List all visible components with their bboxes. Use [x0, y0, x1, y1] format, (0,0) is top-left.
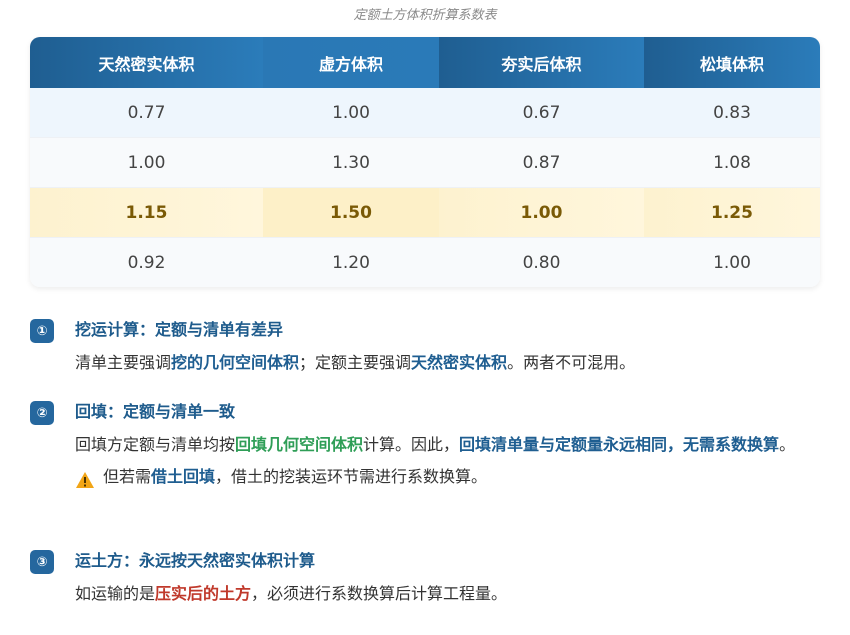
- note-body-text: 回填方定额与清单均按回填几何空间体积计算。因此，回填清单量与定额量永远相同，无需…: [75, 429, 825, 461]
- body-text: 回填方定额与清单均按: [75, 435, 236, 454]
- warning-text: 但若需借土回填，借土的挖装运环节需进行系数换算。: [103, 461, 487, 493]
- table-cell: 0.80: [439, 237, 644, 287]
- note-title: 挖运计算：定额与清单有差异: [75, 320, 284, 339]
- table-caption: 定额土方体积折算系数表: [353, 8, 497, 23]
- body-text: 清单主要强调: [75, 353, 172, 372]
- table-cell: 1.50: [263, 187, 439, 238]
- table-cell: 1.15: [30, 187, 263, 238]
- emphasis-text: 回填几何空间体积: [235, 435, 364, 454]
- table-cell: 0.83: [644, 88, 820, 138]
- note-body: 回填方定额与清单均按回填几何空间体积计算。因此，回填清单量与定额量永远相同，无需…: [75, 429, 825, 493]
- body-text: 。: [779, 435, 796, 454]
- note-title: 运土方：永远按天然密实体积计算: [75, 551, 316, 570]
- note-body: 如运输的是压实后的土方，必须进行系数换算后计算工程量。: [75, 578, 825, 610]
- table-row: 1.00 1.30 0.87 1.08: [30, 137, 820, 188]
- body-text: 如运输的是: [75, 584, 156, 603]
- table-cell: 1.00: [644, 237, 820, 287]
- warning-triangle-icon: [75, 468, 95, 488]
- body-text: 但若需: [103, 467, 152, 486]
- body-text: 计算。因此，: [363, 435, 460, 454]
- table-cell: 1.08: [644, 137, 820, 188]
- table-cell: 1.30: [263, 137, 439, 188]
- header-loose-fill-volume: 松填体积: [644, 37, 820, 88]
- note-title: 回填：定额与清单一致: [75, 402, 236, 421]
- table-cell: 1.00: [439, 187, 644, 238]
- table-cell: 1.00: [30, 137, 263, 188]
- table-cell: 1.25: [644, 187, 820, 238]
- table-row-highlighted: 1.15 1.50 1.00 1.25: [30, 187, 820, 238]
- table-cell: 0.87: [439, 137, 644, 188]
- warning-line: 但若需借土回填，借土的挖装运环节需进行系数换算。: [75, 461, 825, 493]
- coefficient-table: 天然密实体积 虚方体积 夯实后体积 松填体积 0.77 1.00 0.67 0.…: [30, 37, 820, 287]
- table-cell: 0.67: [439, 88, 644, 138]
- body-text: ；定额主要强调: [299, 353, 412, 372]
- emphasis-text: 压实后的土方: [155, 584, 252, 603]
- header-natural-volume: 天然密实体积: [30, 37, 263, 88]
- body-text: 。两者不可混用。: [507, 353, 636, 372]
- header-loose-volume: 虚方体积: [263, 37, 439, 88]
- body-text: ，必须进行系数换算后计算工程量。: [251, 584, 508, 603]
- emphasis-text: 借土回填: [151, 467, 216, 486]
- table-cell: 1.20: [263, 237, 439, 287]
- table-cell: 0.77: [30, 88, 263, 138]
- table-header-row: 天然密实体积 虚方体积 夯实后体积 松填体积: [30, 37, 820, 88]
- table-row: 0.92 1.20 0.80 1.00: [30, 237, 820, 287]
- emphasis-text: 天然密实体积: [411, 353, 508, 372]
- emphasis-text: 回填清单量与定额量永远相同，无需系数换算: [459, 435, 780, 454]
- table-cell: 1.00: [263, 88, 439, 138]
- number-badge: ①: [30, 319, 54, 343]
- number-badge: ③: [30, 550, 54, 574]
- table-row: 0.77 1.00 0.67 0.83: [30, 88, 820, 138]
- body-text: ，借土的挖装运环节需进行系数换算。: [215, 467, 488, 486]
- header-compacted-volume: 夯实后体积: [439, 37, 644, 88]
- table-cell: 0.92: [30, 237, 263, 287]
- note-body: 清单主要强调挖的几何空间体积；定额主要强调天然密实体积。两者不可混用。: [75, 347, 825, 379]
- number-badge: ②: [30, 401, 54, 425]
- emphasis-text: 挖的几何空间体积: [171, 353, 300, 372]
